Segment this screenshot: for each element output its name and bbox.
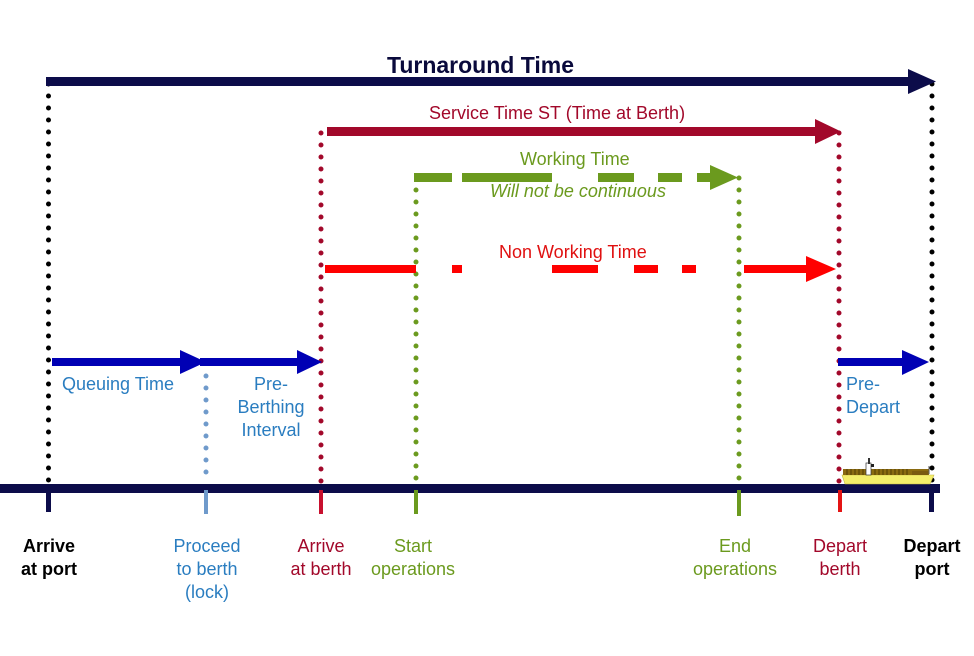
tick-end-ops	[737, 490, 741, 516]
event-label-depart-port: Depart port	[894, 535, 970, 581]
pre-berthing-label-line2: Berthing	[237, 397, 305, 417]
diagram-title: Turnaround Time	[387, 52, 574, 78]
tick-arrive-berth	[319, 490, 323, 514]
tick-depart-berth	[838, 490, 842, 512]
event-label-line: operations	[370, 559, 456, 579]
pre-depart-label: Pre- Depart	[846, 373, 916, 419]
pre-berthing-label: Pre- Berthing Interval	[228, 373, 314, 442]
working-time-label: Working Time	[520, 149, 630, 169]
event-label-line: to berth	[176, 559, 238, 579]
event-label-line: End	[718, 536, 752, 556]
tick-arrive-port	[46, 490, 51, 512]
event-label-line: Depart	[903, 536, 961, 556]
event-label-line: Proceed	[173, 536, 241, 556]
pre-depart-label-line1: Pre-	[846, 374, 881, 394]
event-label-line: (lock)	[185, 582, 229, 602]
event-label-line: berth	[819, 559, 861, 579]
tick-depart-port	[929, 490, 934, 512]
event-label-start-ops: Start operations	[362, 535, 464, 581]
event-label-line: Arrive	[297, 536, 345, 556]
event-label-end-ops: End operations	[684, 535, 786, 581]
queuing-time-label: Queuing Time	[62, 374, 175, 394]
event-label-line: Start	[393, 536, 432, 556]
event-label-arrive-berth: Arrive at berth	[276, 535, 366, 581]
pre-berthing-label-line1: Pre-	[253, 374, 288, 394]
event-label-line: at berth	[290, 559, 352, 579]
tick-start-ops	[414, 490, 418, 514]
event-label-depart-berth: Depart berth	[800, 535, 880, 581]
event-label-line: Depart	[812, 536, 868, 556]
tick-proceed-berth	[204, 490, 208, 514]
pre-berthing-label-line3: Interval	[241, 420, 301, 440]
non-working-time-label: Non Working Time	[499, 242, 647, 262]
event-label-line: at port	[21, 559, 77, 579]
event-label-line: port	[914, 559, 950, 579]
event-label-arrive-port: Arrive at port	[8, 535, 90, 581]
queuing-arrow	[52, 350, 206, 374]
service-time-label: Service Time ST (Time at Berth)	[429, 103, 686, 123]
event-label-proceed-berth: Proceed to berth (lock)	[162, 535, 252, 604]
working-time-note: Will not be continuous	[490, 181, 666, 201]
event-label-line: Arrive	[22, 536, 76, 556]
pre-depart-arrow	[838, 350, 929, 375]
event-label-line: operations	[692, 559, 778, 579]
container-ship-icon	[841, 458, 935, 485]
timeline-axis	[0, 484, 940, 493]
pre-depart-label-line2: Depart	[846, 397, 901, 417]
pre-berthing-arrow	[200, 350, 322, 374]
